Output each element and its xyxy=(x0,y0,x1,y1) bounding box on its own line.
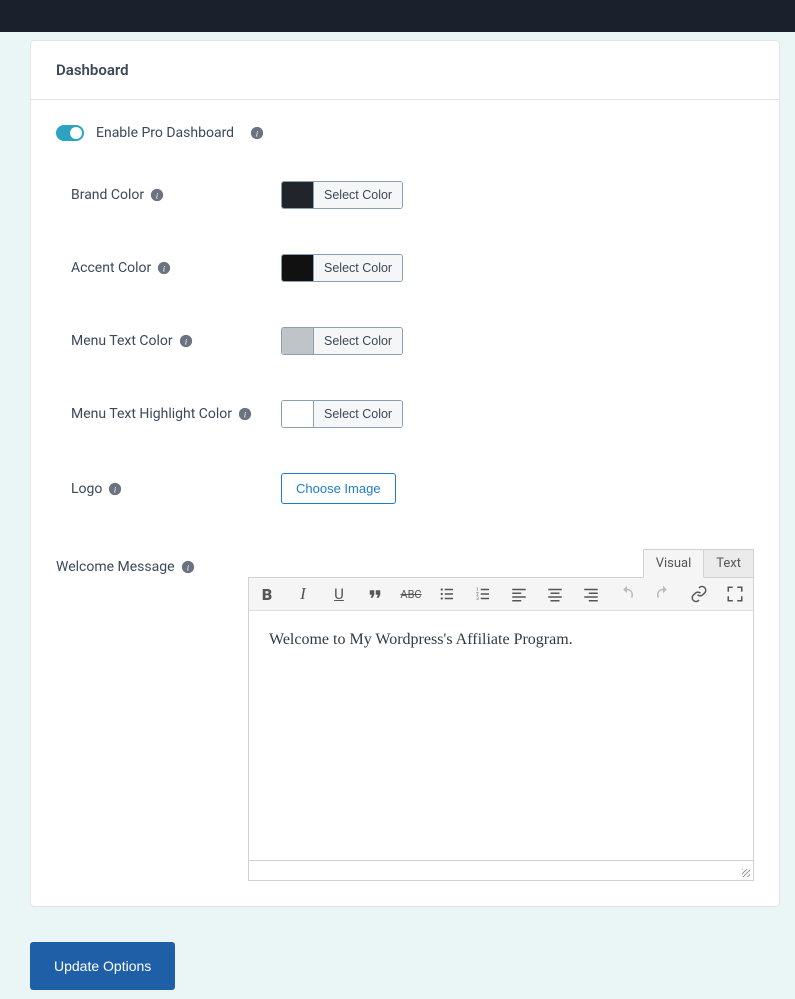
menu-text-highlight-color-row: Menu Text Highlight Color i Select Color xyxy=(56,400,754,428)
bullet-list-icon[interactable] xyxy=(437,584,457,604)
info-icon[interactable]: i xyxy=(157,261,171,275)
brand-color-label: Brand Color i xyxy=(71,187,281,203)
brand-color-button[interactable]: Select Color xyxy=(314,182,402,208)
tab-visual[interactable]: Visual xyxy=(643,549,705,578)
accent-color-picker[interactable]: Select Color xyxy=(281,254,403,282)
update-options-button[interactable]: Update Options xyxy=(30,942,175,990)
enable-pro-row: Enable Pro Dashboard i xyxy=(56,125,754,141)
align-right-icon[interactable] xyxy=(581,584,601,604)
enable-pro-toggle[interactable] xyxy=(56,125,84,141)
accent-color-swatch xyxy=(282,255,314,281)
menu-text-highlight-color-swatch xyxy=(282,401,314,427)
brand-color-row: Brand Color i Select Color xyxy=(56,181,754,209)
welcome-editor: Visual Text B I U ABC 123 xyxy=(248,549,754,881)
tab-text[interactable]: Text xyxy=(704,549,754,578)
info-icon[interactable]: i xyxy=(108,482,122,496)
menu-text-color-row: Menu Text Color i Select Color xyxy=(56,327,754,355)
brand-color-picker[interactable]: Select Color xyxy=(281,181,403,209)
link-icon[interactable] xyxy=(689,584,709,604)
fullscreen-icon[interactable] xyxy=(725,584,745,604)
editor-tabs: Visual Text xyxy=(248,549,754,577)
menu-text-color-button[interactable]: Select Color xyxy=(314,328,402,354)
menu-text-highlight-color-picker[interactable]: Select Color xyxy=(281,400,403,428)
menu-text-color-label: Menu Text Color i xyxy=(71,333,281,349)
svg-text:3: 3 xyxy=(476,596,479,602)
editor-content[interactable]: Welcome to My Wordpress's Affiliate Prog… xyxy=(248,611,754,861)
bold-icon[interactable]: B xyxy=(257,584,277,604)
strikethrough-icon[interactable]: ABC xyxy=(401,584,421,604)
redo-icon[interactable] xyxy=(653,584,673,604)
logo-label: Logo i xyxy=(71,481,281,497)
align-center-icon[interactable] xyxy=(545,584,565,604)
enable-pro-label: Enable Pro Dashboard xyxy=(96,125,234,141)
panel-title: Dashboard xyxy=(31,41,779,100)
menu-text-highlight-color-button[interactable]: Select Color xyxy=(314,401,402,427)
dashboard-panel: Dashboard Enable Pro Dashboard i Brand C… xyxy=(30,40,780,907)
info-icon[interactable]: i xyxy=(179,334,193,348)
accent-color-button[interactable]: Select Color xyxy=(314,255,402,281)
info-icon[interactable]: i xyxy=(181,560,195,574)
panel-body: Enable Pro Dashboard i Brand Color i Sel… xyxy=(31,100,779,906)
menu-text-highlight-color-label: Menu Text Highlight Color i xyxy=(71,406,281,422)
top-bar xyxy=(0,0,795,32)
undo-icon[interactable] xyxy=(617,584,637,604)
accent-color-row: Accent Color i Select Color xyxy=(56,254,754,282)
logo-row: Logo i Choose Image xyxy=(56,473,754,504)
menu-text-color-swatch xyxy=(282,328,314,354)
info-icon[interactable]: i xyxy=(238,407,252,421)
editor-toolbar: B I U ABC 123 xyxy=(248,577,754,611)
align-left-icon[interactable] xyxy=(509,584,529,604)
welcome-message-label: Welcome Message i xyxy=(56,549,248,575)
italic-icon[interactable]: I xyxy=(293,584,313,604)
brand-color-swatch xyxy=(282,182,314,208)
menu-text-color-picker[interactable]: Select Color xyxy=(281,327,403,355)
blockquote-icon[interactable] xyxy=(365,584,385,604)
info-icon[interactable]: i xyxy=(150,188,164,202)
underline-icon[interactable]: U xyxy=(329,584,349,604)
welcome-message-row: Welcome Message i Visual Text B I U ABC … xyxy=(56,549,754,881)
editor-statusbar[interactable] xyxy=(248,861,754,881)
numbered-list-icon[interactable]: 123 xyxy=(473,584,493,604)
choose-image-button[interactable]: Choose Image xyxy=(281,473,396,504)
accent-color-label: Accent Color i xyxy=(71,260,281,276)
info-icon[interactable]: i xyxy=(250,126,264,140)
